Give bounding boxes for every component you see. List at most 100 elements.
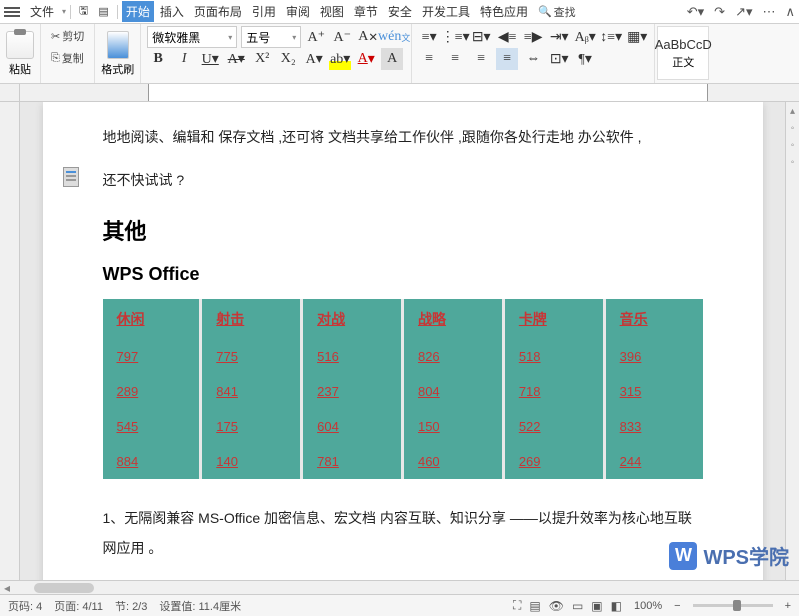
table-header-cell[interactable]: 对战 <box>302 299 403 339</box>
table-header-cell[interactable]: 休闲 <box>103 299 201 339</box>
rail-tool-icon[interactable]: ◦ <box>791 157 795 168</box>
vertical-ruler[interactable] <box>0 102 20 580</box>
heading-1[interactable]: 其他 <box>103 214 703 246</box>
subscript-button[interactable]: X₂ <box>277 48 299 70</box>
style-normal[interactable]: AaBbCcD 正文 <box>657 26 709 80</box>
borders-button[interactable]: ▦▾ <box>626 26 648 48</box>
shading-button[interactable]: A <box>381 48 403 70</box>
table-row[interactable]: 884140781460269244 <box>103 444 703 479</box>
phonetic-guide-icon[interactable]: wén文 <box>383 26 405 48</box>
text-effects-button[interactable]: A▾ <box>303 48 325 70</box>
paste-button[interactable]: 粘贴 <box>0 24 41 83</box>
redo-icon[interactable]: ↷ <box>714 4 725 20</box>
tab-settings-button[interactable]: ⇥▾ <box>548 26 570 48</box>
show-marks-button[interactable]: ¶▾ <box>574 48 596 70</box>
table-row[interactable]: 545175604150522833 <box>103 409 703 444</box>
table-header-cell[interactable]: 卡牌 <box>503 299 604 339</box>
multilevel-button[interactable]: ⊟▾ <box>470 26 492 48</box>
decrease-font-icon[interactable]: A⁻ <box>331 26 353 48</box>
underline-button[interactable]: U▾ <box>199 48 221 70</box>
zoom-value[interactable]: 100% <box>634 600 662 612</box>
table-header-cell[interactable]: 射击 <box>201 299 302 339</box>
rail-tool-icon[interactable]: ◦ <box>791 123 795 134</box>
numbering-button[interactable]: ⋮≡▾ <box>444 26 466 48</box>
decrease-indent-button[interactable]: ◀≡ <box>496 26 518 48</box>
tab-special[interactable]: 特色应用 <box>476 1 532 22</box>
tab-devtools[interactable]: 开发工具 <box>418 1 474 22</box>
separator <box>70 5 71 19</box>
clear-format-icon[interactable]: A✕ <box>357 26 379 48</box>
bold-button[interactable]: B <box>147 48 169 70</box>
menubar: 文件 ▾ 🖫 ▤ 开始 插入 页面布局 引用 审阅 视图 章节 安全 开发工具 … <box>0 0 799 24</box>
horizontal-ruler[interactable] <box>0 84 799 102</box>
align-justify-button[interactable]: ≡ <box>496 48 518 70</box>
tab-view[interactable]: 视图 <box>316 1 348 22</box>
superscript-button[interactable]: X² <box>251 48 273 70</box>
font-name-select[interactable]: 微软雅黑▾ <box>147 26 237 48</box>
outline-icon[interactable]: 👁 <box>549 599 564 613</box>
table-header-cell[interactable]: 音乐 <box>604 299 702 339</box>
tab-chapter[interactable]: 章节 <box>350 1 382 22</box>
search-button[interactable]: 🔍 查找 <box>534 2 580 22</box>
font-size-select[interactable]: 五号▾ <box>241 26 301 48</box>
zoom-in-icon[interactable]: + <box>785 600 791 612</box>
clipboard-group: ✂ 剪切 ⎘ 复制 <box>41 24 95 83</box>
align-right-button[interactable]: ≡ <box>470 48 492 70</box>
fullscreen-icon[interactable]: ⛶ <box>513 598 521 613</box>
font-group: 微软雅黑▾ 五号▾ A⁺ A⁻ A✕ wén文 B I U▾ A▾ X² X₂ … <box>141 24 412 83</box>
save-icon[interactable]: 🖫 <box>75 0 92 23</box>
format-painter-icon <box>107 31 129 59</box>
menu-file[interactable]: 文件 <box>26 1 58 22</box>
highlight-button[interactable]: ab▾ <box>329 48 351 70</box>
distributed-button[interactable]: ⇔ <box>522 48 544 70</box>
quick-print-icon[interactable]: ▤ <box>94 3 112 20</box>
increase-indent-button[interactable]: ≡▶ <box>522 26 544 48</box>
paragraph[interactable]: 1、无隔阂兼容 MS-Office 加密信息、宏文档 内容互联、知识分享 ——以… <box>103 503 703 565</box>
undo-icon[interactable]: ↶▾ <box>687 4 704 20</box>
hamburger-icon[interactable] <box>4 5 20 19</box>
tab-page-layout[interactable]: 页面布局 <box>190 1 246 22</box>
tab-review[interactable]: 审阅 <box>282 1 314 22</box>
line-spacing-button[interactable]: ↕≡▾ <box>600 26 622 48</box>
text-direction-button[interactable]: Aᵦ▾ <box>574 26 596 48</box>
table-row[interactable]: 797775516826518396 <box>103 339 703 374</box>
tab-references[interactable]: 引用 <box>248 1 280 22</box>
cut-button[interactable]: ✂ 剪切 <box>47 26 88 46</box>
share-icon[interactable]: ↗▾ <box>735 4 752 20</box>
zoom-out-icon[interactable]: − <box>674 600 680 612</box>
para-shading-button[interactable]: ⊡▾ <box>548 48 570 70</box>
paragraph[interactable]: 地地阅读、编辑和 保存文档 ,还可将 文档共享给工作伙伴 ,跟随你各处行走地 办… <box>103 122 703 153</box>
paragraph[interactable]: 还不快试试 ? <box>103 165 703 196</box>
data-table[interactable]: 休闲 射击 对战 战略 卡牌 音乐 797775516826518396 289… <box>103 299 703 479</box>
web-layout-icon[interactable]: ▭ <box>572 599 583 613</box>
rail-up-icon[interactable]: ▴ <box>790 106 795 117</box>
table-row[interactable]: 289841237804718315 <box>103 374 703 409</box>
page-gutter-icon[interactable] <box>63 167 79 187</box>
tab-insert[interactable]: 插入 <box>156 1 188 22</box>
more-icon[interactable]: ⋯ <box>762 4 775 20</box>
format-painter-button[interactable]: 格式刷 <box>95 24 141 83</box>
font-color-button[interactable]: A▾ <box>355 48 377 70</box>
draft-icon[interactable]: ◧ <box>611 599 622 613</box>
horizontal-scrollbar[interactable]: ◂ <box>0 580 799 594</box>
tab-security[interactable]: 安全 <box>384 1 416 22</box>
heading-2[interactable]: WPS Office <box>103 264 703 285</box>
copy-button[interactable]: ⎘ 复制 <box>47 48 88 68</box>
align-left-button[interactable]: ≡ <box>418 48 440 70</box>
scrollbar-thumb[interactable] <box>34 583 94 593</box>
reading-layout-icon[interactable]: ▣ <box>591 599 602 613</box>
print-layout-icon[interactable]: ▤ <box>529 599 540 613</box>
increase-font-icon[interactable]: A⁺ <box>305 26 327 48</box>
bullets-button[interactable]: ≡▾ <box>418 26 440 48</box>
collapse-ribbon-icon[interactable]: ∧ <box>785 4 795 20</box>
align-center-button[interactable]: ≡ <box>444 48 466 70</box>
tab-start[interactable]: 开始 <box>122 1 154 22</box>
italic-button[interactable]: I <box>173 48 195 70</box>
file-dropdown-arrow[interactable]: ▾ <box>62 7 66 16</box>
document-area[interactable]: 地地阅读、编辑和 保存文档 ,还可将 文档共享给工作伙伴 ,跟随你各处行走地 办… <box>20 102 785 580</box>
table-header-row[interactable]: 休闲 射击 对战 战略 卡牌 音乐 <box>103 299 703 339</box>
table-header-cell[interactable]: 战略 <box>402 299 503 339</box>
rail-tool-icon[interactable]: ◦ <box>791 140 795 151</box>
strikethrough-button[interactable]: A▾ <box>225 48 247 70</box>
zoom-slider[interactable] <box>693 604 773 607</box>
